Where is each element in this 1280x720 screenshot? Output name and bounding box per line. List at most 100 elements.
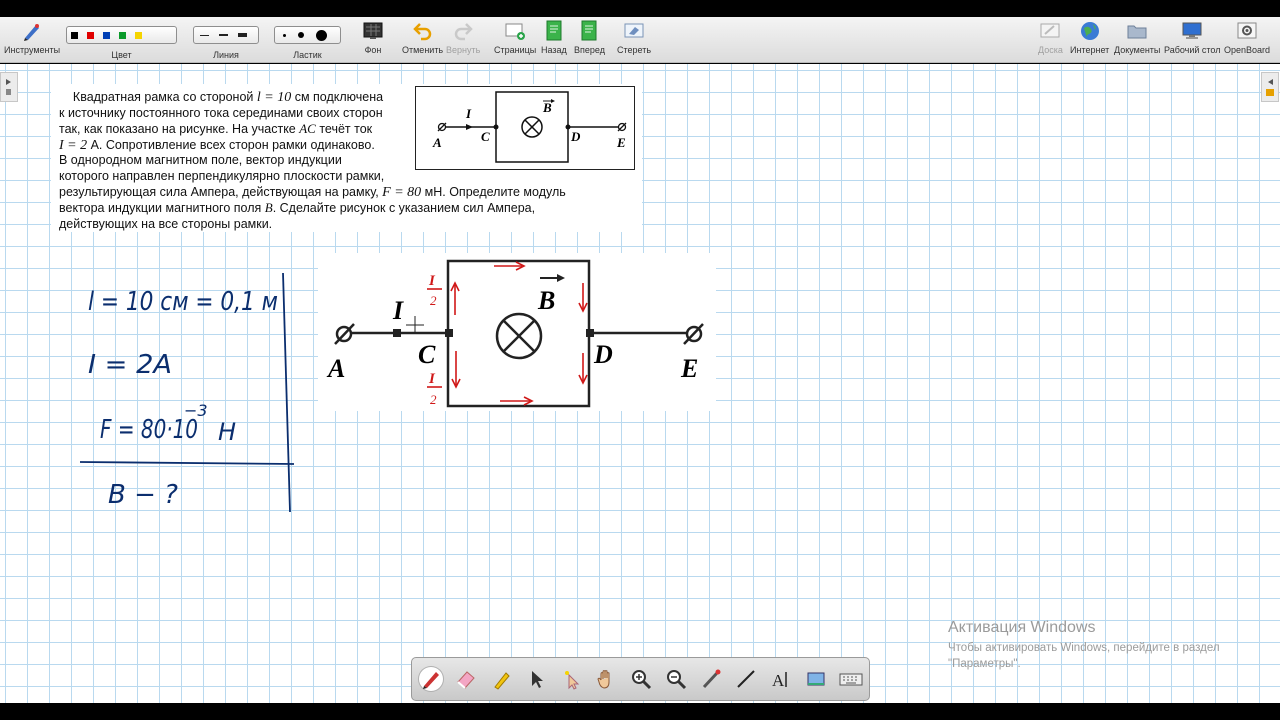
laser-tool[interactable] [559,667,583,691]
task-line-3: так, как показано на рисунке. На участке… [59,121,373,137]
pages-button[interactable]: Страницы [494,20,536,55]
eraser-size-picker[interactable] [274,26,341,44]
desktop-button[interactable]: Рабочий стол [1164,20,1221,55]
hand-icon [597,670,610,689]
window-bottom-strip [0,703,1280,720]
task-line-9: действующих на все стороны рамки. [59,216,273,231]
eraser-small[interactable] [283,33,286,37]
color-swatch-yellow[interactable] [135,31,142,39]
back-button[interactable]: Назад [541,20,567,55]
line-group: Линия [193,20,259,60]
forward-button[interactable]: Вперед [574,20,605,55]
pointer-tool[interactable] [524,667,548,691]
laser-pointer-tool[interactable] [699,667,723,691]
line-width-picker[interactable] [193,26,259,44]
label-e: E [616,135,626,150]
large-label-b: B [537,286,555,315]
color-swatch-black[interactable] [71,31,78,39]
large-frame-square [446,259,591,408]
find-b: B − ? [108,480,178,510]
eraser-large[interactable] [316,29,327,41]
notes-vertical-line [282,272,291,513]
color-group: Цвет [66,20,177,60]
zoom-out-icon [667,670,687,690]
watermark-title: Активация Windows [948,619,1096,636]
color-picker[interactable] [66,26,177,44]
task-line-6: которого направлен перпендикулярно плоск… [59,168,385,183]
task-line-1: Квадратная рамка со стороной l = 10 см п… [72,90,384,105]
large-label-c: C [418,340,436,369]
straight-line-icon [737,670,755,688]
text-tool[interactable]: A [769,667,793,691]
eraser-tool[interactable] [454,667,478,691]
label-b: B [542,100,552,115]
documents-button[interactable]: Документы [1114,20,1160,55]
given-length: l = 10 см = 0,1 м [88,287,278,317]
line-thin[interactable] [200,34,209,36]
left-panel-toggle[interactable] [0,72,18,102]
board-icon [1039,20,1061,42]
crosshair-cursor-icon [406,316,424,334]
eraser-medium[interactable] [298,32,304,38]
marker-icon [494,672,510,690]
marker-tool[interactable] [489,667,513,691]
window-top-strip [0,0,1280,17]
line-thick[interactable] [238,33,247,37]
monitor-icon [1181,20,1203,42]
hand-tool[interactable] [594,667,618,691]
given-force-exponent: −3 [184,401,208,420]
svg-text:2: 2 [430,293,437,308]
svg-text:I: I [428,371,436,387]
back-page-icon [543,20,565,42]
openboard-button[interactable]: OpenBoard [1224,20,1270,55]
pen-icon [423,672,439,689]
given-current: I = 2A [88,350,172,380]
background-icon [362,20,384,42]
line-tool[interactable] [734,667,758,691]
pointer-icon [532,671,543,688]
tools-button[interactable]: Инструменты [4,20,60,55]
eraser-group: Ластик [274,20,341,60]
color-swatch-green[interactable] [119,31,126,39]
task-line-8: вектора индукции магнитного поля B. Сдел… [59,200,536,216]
main-toolbar: Инструменты Цвет Линия Ластик Фон Отмени… [0,17,1280,63]
tools-icon [21,20,43,42]
pages-icon [504,20,526,42]
pen-tool[interactable] [419,667,443,691]
task-line-2: к источнику постоянного тока серединами … [59,105,383,120]
zoom-out-tool[interactable] [664,667,688,691]
text-icon: A [772,671,787,690]
folder-icon [1126,20,1148,42]
handwritten-given: l = 10 см = 0,1 м I = 2A F = 80·10 −3 Н … [70,268,310,518]
erase-board-button[interactable]: Стереть [617,20,651,55]
given-force-unit: Н [218,418,236,446]
windows-activation-watermark: Активация Windows Чтобы активировать Win… [948,619,1220,672]
large-label-e: E [680,354,698,383]
color-swatch-red[interactable] [87,31,94,39]
background-button[interactable]: Фон [362,20,384,55]
undo-button[interactable]: Отменить [402,20,443,55]
line-medium[interactable] [219,34,228,36]
task-figure: B I A C D E [415,86,635,170]
redo-button[interactable]: Вернуть [446,20,480,55]
redo-icon [452,20,474,42]
zoom-in-tool[interactable] [629,667,653,691]
undo-icon [412,20,434,42]
forward-page-icon [578,20,600,42]
task-line-5: В однородном магнитном поле, вектор инду… [59,153,342,168]
watermark-line-1: Чтобы активировать Windows, перейдите в … [948,642,1220,654]
color-swatch-blue[interactable] [103,31,110,39]
label-d: D [570,129,581,144]
gear-icon [1236,20,1258,42]
right-panel-toggle[interactable] [1261,72,1279,102]
task-line-7: результирующая сила Ампера, действующая … [59,184,566,200]
erase-board-icon [623,20,645,42]
keyboard-tool[interactable] [839,667,863,691]
internet-button[interactable]: Интернет [1070,20,1109,55]
label-i: I [465,106,472,121]
board-button[interactable]: Доска [1038,20,1063,55]
eraser-icon [457,671,475,689]
capture-tool[interactable] [804,667,828,691]
line-tool-icon [702,669,721,689]
label-a: A [432,135,442,150]
